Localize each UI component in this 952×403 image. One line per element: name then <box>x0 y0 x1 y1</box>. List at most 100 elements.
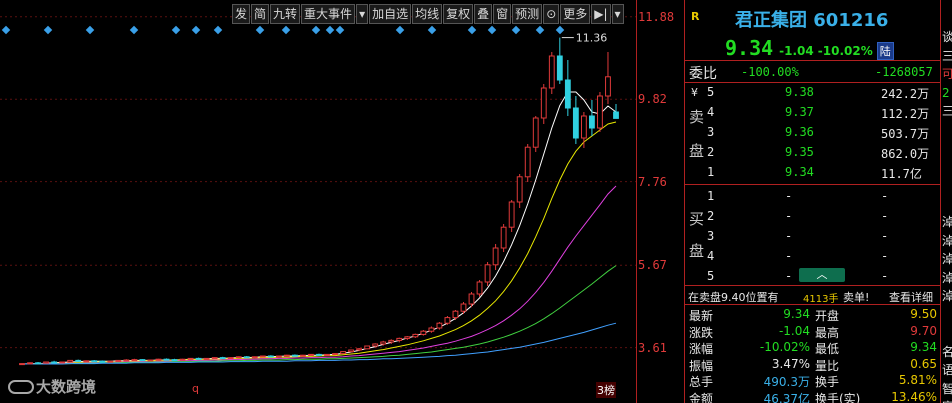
candle-body[interactable] <box>380 341 387 345</box>
candle-body[interactable] <box>356 348 363 351</box>
candle-body[interactable] <box>508 201 515 228</box>
toolbar-button-moving-average[interactable]: 均线 <box>412 4 443 24</box>
candle-body[interactable] <box>348 349 355 353</box>
candle-body[interactable] <box>99 360 106 363</box>
sell-level-row[interactable]: 1 9.34 11.7亿 <box>685 162 941 182</box>
candle-body[interactable] <box>211 357 218 360</box>
candle-body[interactable] <box>115 359 122 362</box>
event-marker-icon[interactable] <box>281 25 291 35</box>
toolbar-dropdown-icon[interactable]: ▾ <box>611 4 624 24</box>
major-events-dropdown-icon[interactable]: ▾ <box>356 4 369 24</box>
toolbar-button-forecast[interactable]: 预测 <box>512 4 543 24</box>
candle-body[interactable] <box>283 354 290 357</box>
candle-body[interactable] <box>243 356 250 359</box>
candle-body[interactable] <box>67 359 74 363</box>
toolbar-button-window[interactable]: 窗 <box>493 4 512 24</box>
candle-body[interactable] <box>476 281 483 295</box>
candle-body[interactable] <box>532 117 539 148</box>
candle-body[interactable] <box>251 356 258 359</box>
event-marker-icon[interactable] <box>555 25 565 35</box>
candle-body[interactable] <box>340 351 346 355</box>
buy-level-row[interactable]: 4 - - <box>685 246 941 266</box>
candle-body[interactable] <box>605 76 611 97</box>
event-marker-icon[interactable] <box>311 25 321 35</box>
candle-body[interactable] <box>147 359 154 362</box>
candle-body[interactable] <box>548 55 555 89</box>
candle-body[interactable] <box>516 176 523 203</box>
candle-body[interactable] <box>292 354 298 357</box>
buy-level-row[interactable]: 3 - - <box>685 226 941 246</box>
candle-body[interactable] <box>428 327 435 332</box>
candle-body[interactable] <box>460 303 467 312</box>
kline-chart[interactable]: 11.36 <box>0 0 636 403</box>
buy-level-row[interactable]: 1 - - <box>685 186 941 206</box>
candle-body[interactable] <box>59 361 66 364</box>
event-marker-icon[interactable] <box>535 25 545 35</box>
candle-body[interactable] <box>51 361 58 364</box>
candle-body[interactable] <box>83 360 90 363</box>
candle-body[interactable] <box>267 355 274 358</box>
candle-body[interactable] <box>492 247 499 266</box>
big-order-alert[interactable]: 在卖盘9.40位置有 4113手 卖单! 查看详细 <box>685 288 941 305</box>
toolbar-button-adjust[interactable]: 复权 <box>443 4 474 24</box>
event-marker-icon[interactable] <box>255 25 265 35</box>
candle-body[interactable] <box>396 337 403 341</box>
toolbar-button-overlay[interactable]: 叠 <box>474 4 493 24</box>
candle-body[interactable] <box>388 339 395 343</box>
kline-chart-area[interactable]: 11.36 发 简 九转 重大事件 ▾ 加自选 均线 复权 叠 窗 预测 ⊙ 更… <box>0 0 636 403</box>
event-marker-icon[interactable] <box>395 25 405 35</box>
candle-body[interactable] <box>324 353 330 356</box>
toolbar-button-jiuzhuan[interactable]: 九转 <box>270 4 301 24</box>
event-marker-icon[interactable] <box>213 25 223 35</box>
candle-body[interactable] <box>35 362 41 365</box>
candle-body[interactable] <box>131 359 138 362</box>
event-marker-icon[interactable] <box>171 25 181 35</box>
candle-body[interactable] <box>179 358 186 361</box>
candle-body[interactable] <box>219 357 226 360</box>
toolbar-button-jian[interactable]: 简 <box>251 4 270 24</box>
event-marker-icon[interactable] <box>43 25 53 35</box>
candle-body[interactable] <box>259 355 266 358</box>
candle-body[interactable] <box>308 353 314 356</box>
event-marker-icon[interactable] <box>325 25 335 35</box>
candle-body[interactable] <box>163 358 170 361</box>
candle-body[interactable] <box>43 361 49 364</box>
candle-body[interactable] <box>404 336 411 339</box>
candle-body[interactable] <box>597 95 603 129</box>
candle-body[interactable] <box>372 343 379 347</box>
candle-body[interactable] <box>275 355 282 358</box>
candle-body[interactable] <box>364 345 371 350</box>
candle-body[interactable] <box>171 359 178 362</box>
candle-body[interactable] <box>123 359 130 362</box>
candle-body[interactable] <box>19 363 25 366</box>
candle-body[interactable] <box>195 357 202 360</box>
candle-body[interactable] <box>139 359 146 362</box>
event-marker-icon[interactable] <box>427 25 437 35</box>
view-detail-link[interactable]: 查看详细 <box>889 289 933 305</box>
candle-body[interactable] <box>420 330 427 335</box>
event-marker-icon[interactable] <box>335 25 345 35</box>
candle-body[interactable] <box>500 226 507 249</box>
candle-body[interactable] <box>27 362 33 365</box>
event-marker-icon[interactable] <box>191 25 201 35</box>
sell-level-row[interactable]: 4 9.37 112.2万 <box>685 102 941 122</box>
toolbar-button-add-watchlist[interactable]: 加自选 <box>369 4 412 24</box>
toolbar-button-fa[interactable]: 发 <box>232 4 251 24</box>
candle-body[interactable] <box>235 356 242 359</box>
candle-body[interactable] <box>75 359 82 362</box>
toolbar-button-major-events[interactable]: 重大事件 <box>301 4 356 24</box>
candle-body[interactable] <box>564 79 571 109</box>
event-marker-icon[interactable] <box>129 25 139 35</box>
sell-level-row[interactable]: 2 9.35 862.0万 <box>685 142 941 162</box>
candle-body[interactable] <box>452 310 459 319</box>
sell-level-row[interactable]: 5 9.38 242.2万 <box>685 82 941 102</box>
stock-title[interactable]: 君正集团 601216 <box>735 6 888 32</box>
target-icon[interactable]: ⊙ <box>543 4 560 24</box>
candle-body[interactable] <box>484 264 491 283</box>
candle-body[interactable] <box>444 317 451 324</box>
candle-body[interactable] <box>589 115 595 129</box>
candle-body[interactable] <box>412 333 419 338</box>
candle-body[interactable] <box>540 87 547 119</box>
candle-body[interactable] <box>107 360 114 363</box>
candle-body[interactable] <box>300 354 306 357</box>
